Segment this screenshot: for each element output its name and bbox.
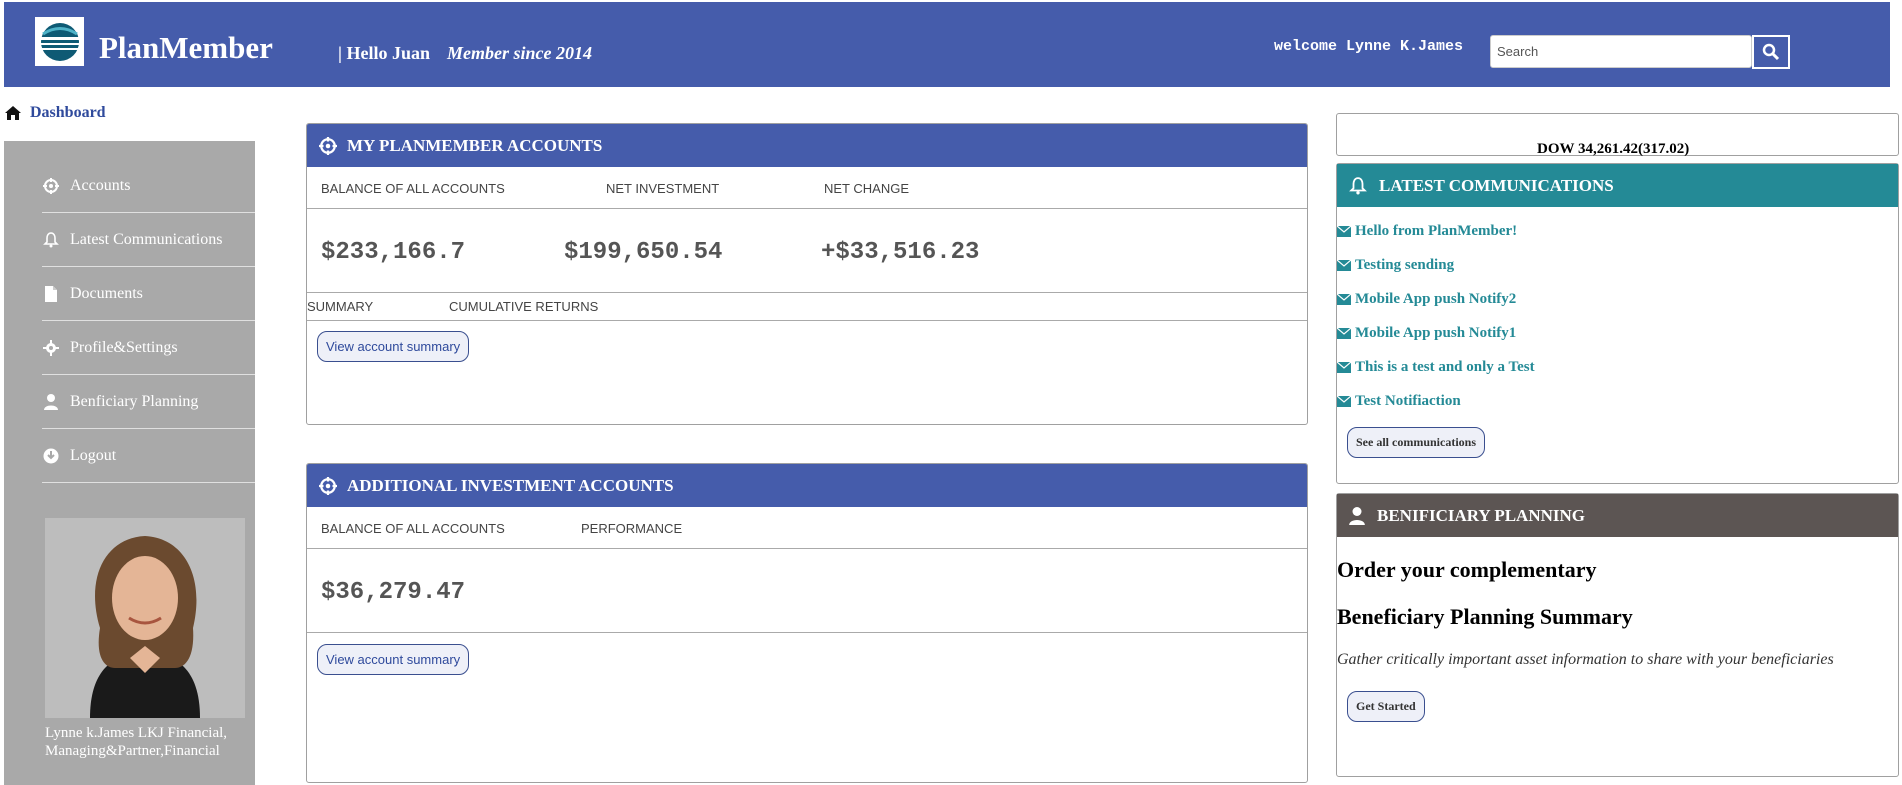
communication-item[interactable]: Test Notifiaction [1337, 393, 1461, 410]
additional-accounts-header: ADDITIONAL INVESTMENT ACCOUNTS [307, 464, 1307, 507]
account-values: $36,279.47 [307, 549, 1307, 633]
sidebar-item-communications[interactable]: Latest Communications [42, 213, 255, 267]
label-balance: BALANCE OF ALL ACCOUNTS [321, 181, 505, 196]
communication-item[interactable]: Testing sending [1337, 257, 1454, 274]
planmember-logo-icon [40, 22, 79, 61]
home-icon [5, 106, 21, 120]
crosshair-icon [42, 177, 60, 194]
see-all-communications-button[interactable]: See all communications [1347, 427, 1485, 458]
account-tabs: SUMMARY CUMULATIVE RETURNS [307, 293, 1307, 321]
envelope-icon [1337, 328, 1351, 339]
panel-title: LATEST COMMUNICATIONS [1379, 175, 1614, 195]
label-performance: PERFORMANCE [581, 521, 683, 536]
search-input[interactable] [1490, 35, 1752, 68]
sidebar-item-label: Benficiary Planning [70, 392, 199, 410]
sidebar-item-profile-settings[interactable]: Profile&Settings [42, 321, 255, 375]
sidebar-item-label: Latest Communications [70, 230, 223, 248]
get-started-button[interactable]: Get Started [1347, 691, 1425, 722]
welcome-text: welcome Lynne K.James [1274, 38, 1464, 55]
sidebar-item-label: Accounts [70, 176, 131, 194]
panel-title: ADDITIONAL INVESTMENT ACCOUNTS [347, 475, 674, 495]
communication-item[interactable]: Hello from PlanMember! [1337, 223, 1517, 240]
my-accounts-header: MY PLANMEMBER ACCOUNTS [307, 124, 1307, 167]
label-balance: BALANCE OF ALL ACCOUNTS [321, 521, 505, 536]
sidebar-item-logout[interactable]: Logout [42, 429, 255, 483]
document-icon [42, 285, 60, 302]
sidebar-item-accounts[interactable]: Accounts [42, 159, 255, 213]
search-icon [1762, 43, 1780, 61]
communications-header: LATEST COMMUNICATIONS [1337, 164, 1898, 207]
bell-icon [1349, 176, 1367, 194]
user-icon [42, 393, 60, 410]
logout-icon [42, 448, 60, 464]
logo[interactable] [35, 17, 84, 66]
greeting: | Hello Juan [338, 43, 430, 63]
communication-item[interactable]: Mobile App push Notify2 [1337, 291, 1516, 308]
value-balance: $36,279.47 [321, 579, 466, 606]
envelope-icon [1337, 226, 1351, 237]
gear-icon [42, 339, 60, 356]
dow-value: DOW 34,261.42(317.02) [1537, 141, 1690, 157]
beneficiary-panel: BENIFICIARY PLANNING Order your compleme… [1336, 493, 1899, 777]
sidebar-item-label: Profile&Settings [70, 338, 178, 356]
communications-panel: LATEST COMMUNICATIONS Hello from PlanMem… [1336, 163, 1899, 484]
view-account-summary-button[interactable]: View account summary [317, 331, 470, 362]
value-net-change: +$33,516.23 [821, 239, 980, 266]
communication-item[interactable]: Mobile App push Notify1 [1337, 325, 1516, 342]
search-button[interactable] [1752, 35, 1790, 69]
communication-item[interactable]: This is a test and only a Test [1337, 359, 1535, 376]
breadcrumb[interactable]: Dashboard [4, 104, 106, 122]
account-values: $233,166.7 $199,650.54 +$33,516.23 [307, 209, 1307, 293]
sidebar-item-label: Documents [70, 284, 143, 302]
column-labels: BALANCE OF ALL ACCOUNTS PERFORMANCE [307, 507, 1307, 549]
sidebar-item-documents[interactable]: Documents [42, 267, 255, 321]
tab-cumulative-returns[interactable]: CUMULATIVE RETURNS [449, 299, 598, 314]
panel-title: MY PLANMEMBER ACCOUNTS [347, 135, 603, 155]
advisor-photo [45, 518, 245, 718]
brand-name: PlanMember [99, 30, 273, 65]
sidebar-item-beneficiary-planning[interactable]: Benficiary Planning [42, 375, 255, 429]
envelope-icon [1337, 362, 1351, 373]
beneficiary-subheading: Beneficiary Planning Summary [1337, 604, 1633, 629]
advisor-caption: Lynne k.James LKJ Financial, Managing&Pa… [45, 725, 228, 759]
crosshair-icon [319, 476, 337, 495]
sidebar: Accounts Latest Communications Documents… [4, 141, 255, 785]
label-net-investment: NET INVESTMENT [606, 181, 720, 196]
tab-summary[interactable]: SUMMARY [307, 299, 373, 314]
envelope-icon [1337, 396, 1351, 407]
label-net-change: NET CHANGE [824, 181, 909, 196]
member-since: Member since 2014 [447, 43, 592, 63]
panel-title: BENIFICIARY PLANNING [1377, 505, 1585, 525]
sidebar-item-label: Logout [70, 446, 117, 464]
value-balance: $233,166.7 [321, 239, 466, 266]
value-net-investment: $199,650.54 [564, 239, 723, 266]
envelope-icon [1337, 294, 1351, 305]
view-account-summary-button[interactable]: View account summary [317, 644, 470, 675]
my-accounts-panel: MY PLANMEMBER ACCOUNTS BALANCE OF ALL AC… [306, 123, 1308, 425]
additional-accounts-panel: ADDITIONAL INVESTMENT ACCOUNTS BALANCE O… [306, 463, 1308, 783]
breadcrumb-dashboard[interactable]: Dashboard [30, 104, 106, 122]
column-labels: BALANCE OF ALL ACCOUNTS NET INVESTMENT N… [307, 167, 1307, 209]
bell-icon [42, 231, 60, 248]
beneficiary-description: Gather critically important asset inform… [1337, 651, 1834, 668]
user-icon [1349, 506, 1365, 525]
beneficiary-header: BENIFICIARY PLANNING [1337, 494, 1898, 537]
crosshair-icon [319, 136, 337, 155]
beneficiary-heading: Order your complementary [1337, 557, 1597, 582]
dow-ticker: DOW 34,261.42(317.02) [1336, 113, 1899, 157]
envelope-icon [1337, 260, 1351, 271]
